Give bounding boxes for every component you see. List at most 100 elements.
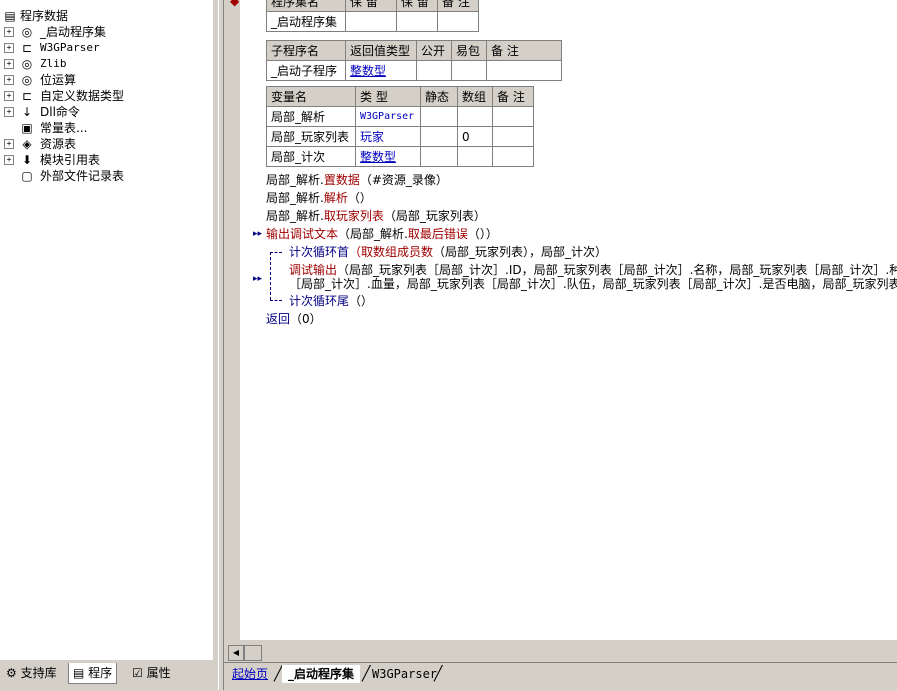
package-icon: ◎ — [21, 25, 33, 39]
code-editor[interactable]: 程序集名 保 留 保 留 备 注 _启动程序集 子程序名 返回值类型 公开 易包… — [240, 0, 897, 640]
tree-item-label: 外部文件记录表 — [40, 169, 125, 183]
code-line[interactable]: 计次循环尾（） — [289, 293, 373, 309]
var-note-cell[interactable] — [492, 106, 534, 127]
tab-w3gparser[interactable]: W3GParser — [372, 665, 437, 683]
assembly-table: 程序集名 保 留 保 留 备 注 _启动程序集 — [266, 0, 479, 32]
expand-icon[interactable]: + — [4, 43, 14, 53]
scroll-left-arrow-icon[interactable]: ◀ — [228, 645, 244, 661]
tree-item-label: 常量表... — [40, 121, 88, 135]
expand-icon[interactable]: + — [4, 91, 14, 101]
module-icon: ⬇ — [21, 153, 33, 167]
code-line-continued[interactable]: ［局部_计次］.血量，局部_玩家列表［局部_计次］.队伍，局部_玩家列表［局部_… — [289, 276, 897, 292]
sub-easy-pack-cell[interactable] — [451, 60, 487, 81]
code-line[interactable]: 返回（0） — [266, 311, 322, 327]
assembly-reserved1-cell[interactable] — [345, 11, 397, 32]
var-header-array: 数组 — [457, 86, 493, 107]
tab-start-page[interactable]: 起始页 — [232, 665, 268, 683]
horizontal-scrollbar[interactable]: ◀ — [224, 644, 897, 662]
assembly-note-cell[interactable] — [437, 11, 479, 32]
expand-icon[interactable]: + — [4, 27, 14, 37]
flow-arrow-icon: ▸▸ — [253, 229, 263, 239]
var-static-cell[interactable] — [420, 146, 458, 167]
tree-item-label: 自定义数据类型 — [40, 89, 125, 103]
var-note-cell[interactable] — [492, 126, 534, 147]
program-tree-panel: ▤ 程序数据 + ◎ _启动程序集 + ⊏ W3GParser + ◎ Zlib + ◎ 位运算 + ⊏ 自… — [0, 0, 213, 660]
var-static-cell[interactable] — [420, 106, 458, 127]
sub-header-name: 子程序名 — [266, 40, 346, 61]
table-row[interactable]: 局部_玩家列表 玩家 0 — [266, 126, 534, 147]
package-icon: ◎ — [21, 57, 33, 71]
assembly-header-name: 程序集名 — [266, 0, 346, 12]
tree-item-label: Zlib — [40, 57, 67, 70]
sub-header-return-type: 返回值类型 — [345, 40, 417, 61]
class-icon: ⊏ — [21, 89, 33, 103]
tab-separator: ╱ — [434, 666, 443, 682]
code-line[interactable]: 局部_解析.解析（） — [266, 190, 372, 206]
table-row[interactable]: 局部_解析 W3GParser — [266, 106, 534, 127]
constant-icon: ▣ — [21, 121, 33, 135]
var-array-cell[interactable]: 0 — [457, 126, 493, 147]
tab-program[interactable]: ▤ 程序 — [68, 663, 118, 684]
tree-root-label: 程序数据 — [20, 9, 69, 23]
tree-item-label: 模块引用表 — [40, 153, 101, 167]
assembly-header-reserved2: 保 留 — [396, 0, 438, 12]
program-icon: ▤ — [73, 666, 85, 680]
class-icon: ⊏ — [21, 41, 33, 55]
tab-separator: ╱ — [362, 666, 371, 682]
code-line[interactable]: 局部_解析.置数据（#资源_录像） — [266, 172, 448, 188]
dll-icon: ↓ — [21, 105, 33, 119]
var-note-cell[interactable] — [492, 146, 534, 167]
var-header-type: 类 型 — [355, 86, 421, 107]
var-type-cell[interactable]: 玩家 — [355, 126, 421, 147]
variable-table: 变量名 类 型 静态 数组 备 注 局部_解析 W3GParser 局部_玩家列… — [266, 86, 534, 167]
expand-icon[interactable]: + — [4, 155, 14, 165]
expand-icon[interactable]: + — [4, 75, 14, 85]
assembly-name-cell[interactable]: _启动程序集 — [266, 11, 346, 32]
var-static-cell[interactable] — [420, 126, 458, 147]
tree-item-label: 资源表 — [40, 137, 77, 151]
breakpoint-marker-icon: ◆ — [230, 0, 240, 8]
expand-icon[interactable]: + — [4, 139, 14, 149]
tree-item-label: 位运算 — [40, 73, 77, 87]
package-icon: ◎ — [21, 73, 33, 87]
code-line[interactable]: 输出调试文本（局部_解析.取最后错误（）） — [266, 226, 498, 242]
code-line[interactable]: 局部_解析.取玩家列表（局部_玩家列表） — [266, 208, 486, 224]
sub-public-cell[interactable] — [416, 60, 452, 81]
loop-bracket-bottom — [270, 300, 282, 301]
code-line[interactable]: 计次循环首（取数组成员数（局部_玩家列表），局部_计次） — [289, 244, 607, 260]
var-name-cell[interactable]: 局部_玩家列表 — [266, 126, 356, 147]
assembly-header-reserved1: 保 留 — [345, 0, 397, 12]
expand-icon[interactable]: + — [4, 59, 14, 69]
document-tabs: 起始页 ╱ _启动程序集 ╱ W3GParser ╱ — [224, 662, 897, 691]
assembly-header-note: 备 注 — [437, 0, 479, 12]
var-name-cell[interactable]: 局部_解析 — [266, 106, 356, 127]
editor-gutter: ◆ — [224, 0, 240, 640]
expand-icon[interactable]: + — [4, 107, 14, 117]
tab-support-library[interactable]: ⚙ 支持库 — [2, 663, 61, 683]
flow-arrow-icon: ▸▸ — [253, 274, 263, 284]
table-row[interactable]: 局部_计次 整数型 — [266, 146, 534, 167]
tree-item-label: W3GParser — [40, 41, 100, 54]
scroll-thumb[interactable] — [244, 645, 262, 661]
var-type-cell[interactable]: W3GParser — [355, 106, 421, 127]
var-header-name: 变量名 — [266, 86, 356, 107]
sub-header-easy-pack: 易包 — [451, 40, 487, 61]
program-data-icon: ▤ — [4, 9, 16, 23]
file-icon: ▢ — [21, 169, 33, 183]
properties-icon: ☑ — [132, 666, 143, 680]
sub-note-cell[interactable] — [486, 60, 562, 81]
tab-startup-assembly[interactable]: _启动程序集 — [282, 665, 361, 683]
sub-name-cell[interactable]: _启动子程序 — [266, 60, 346, 81]
tree-item-label: _启动程序集 — [40, 25, 107, 39]
sub-header-note: 备 注 — [486, 40, 562, 61]
var-type-cell[interactable]: 整数型 — [355, 146, 421, 167]
var-array-cell[interactable] — [457, 106, 493, 127]
sub-header-public: 公开 — [416, 40, 452, 61]
var-name-cell[interactable]: 局部_计次 — [266, 146, 356, 167]
tree-item-label: Dll命令 — [40, 105, 80, 119]
assembly-reserved2-cell[interactable] — [396, 11, 438, 32]
sub-return-type-cell[interactable]: 整数型 — [345, 60, 417, 81]
var-header-static: 静态 — [420, 86, 458, 107]
tab-properties[interactable]: ☑ 属性 — [128, 663, 175, 683]
var-array-cell[interactable] — [457, 146, 493, 167]
